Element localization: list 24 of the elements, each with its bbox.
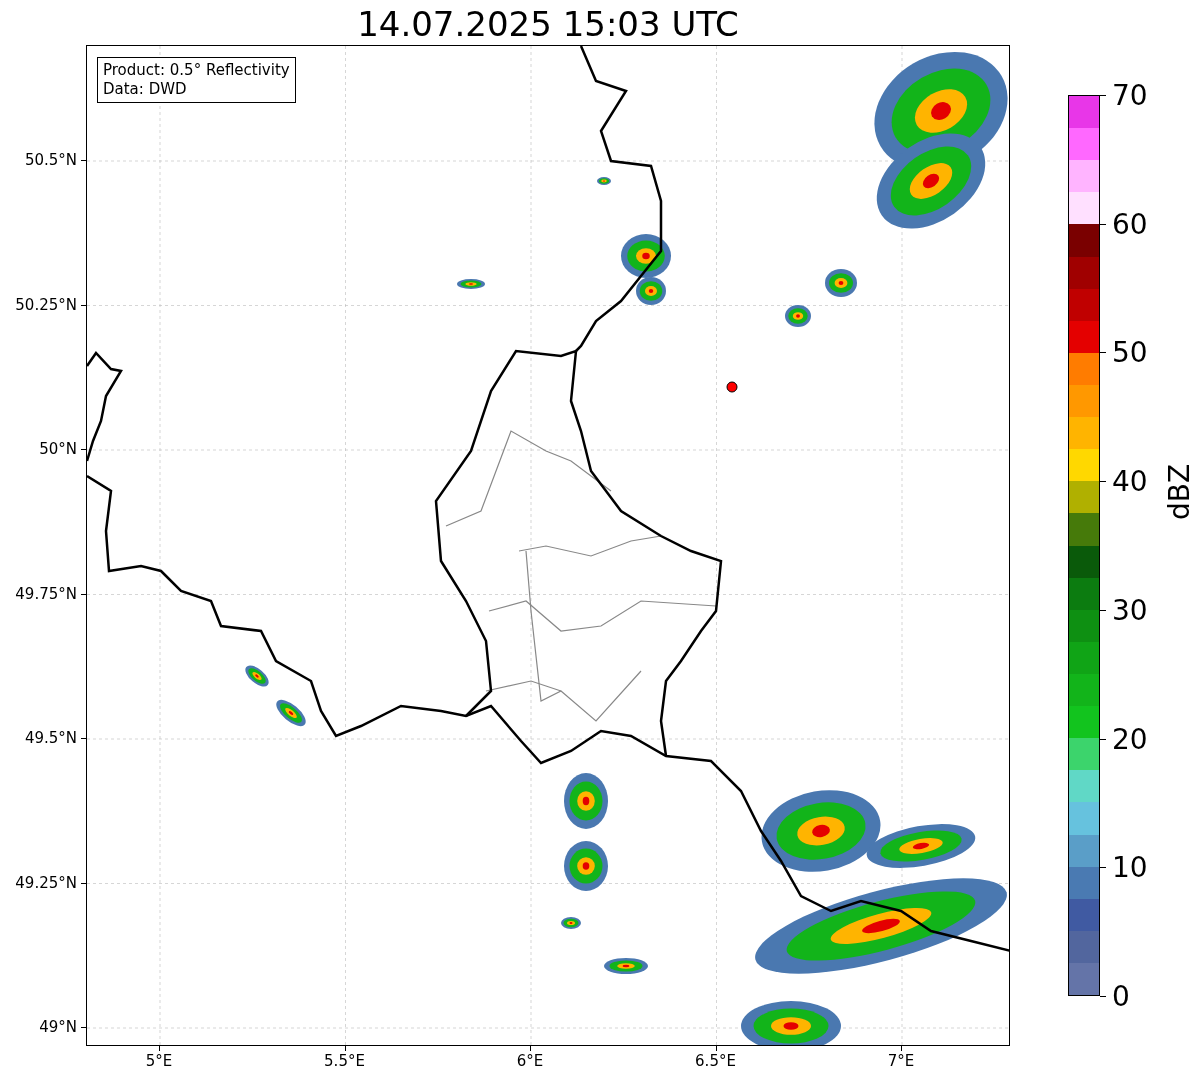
colorbar-tick-label: 10 [1112,850,1148,884]
axis-tick-label: 49.5°N [24,729,77,747]
axis-tick-label: 49°N [39,1018,77,1036]
chart-title: 14.07.2025 15:03 UTC [356,4,740,44]
axis-tick-label: 6°E [516,1052,544,1070]
axis-tick-label: 5°E [145,1052,173,1070]
colorbar-tick-label: 60 [1112,207,1148,241]
axis-tick-label: 7°E [887,1052,915,1070]
axis-tick-label: 49.75°N [15,584,77,603]
axis-tick-label: 6.5°E [695,1052,736,1070]
colorbar-tick-label: 70 [1112,78,1148,112]
axis-tick-label: 50.5°N [24,151,77,169]
colorbar-tick-label: 20 [1112,722,1148,756]
axis-tick-label: 50°N [39,440,77,458]
info-text: Data: DWD [103,80,188,99]
colorbar-tick-label: 0 [1112,979,1130,1013]
info-text: Product: 0.5° Reflectivity [103,61,290,80]
axis-tick-label: 5.5°E [324,1052,365,1070]
colorbar-tick-label: 40 [1112,464,1148,498]
axis-tick-label: 50.25°N [15,295,77,314]
colorbar-tick-label: 50 [1112,335,1148,369]
colorbar-label: dBZ [1163,463,1196,520]
colorbar-tick-label: 30 [1112,593,1148,627]
axis-tick-label: 49.25°N [15,873,77,892]
